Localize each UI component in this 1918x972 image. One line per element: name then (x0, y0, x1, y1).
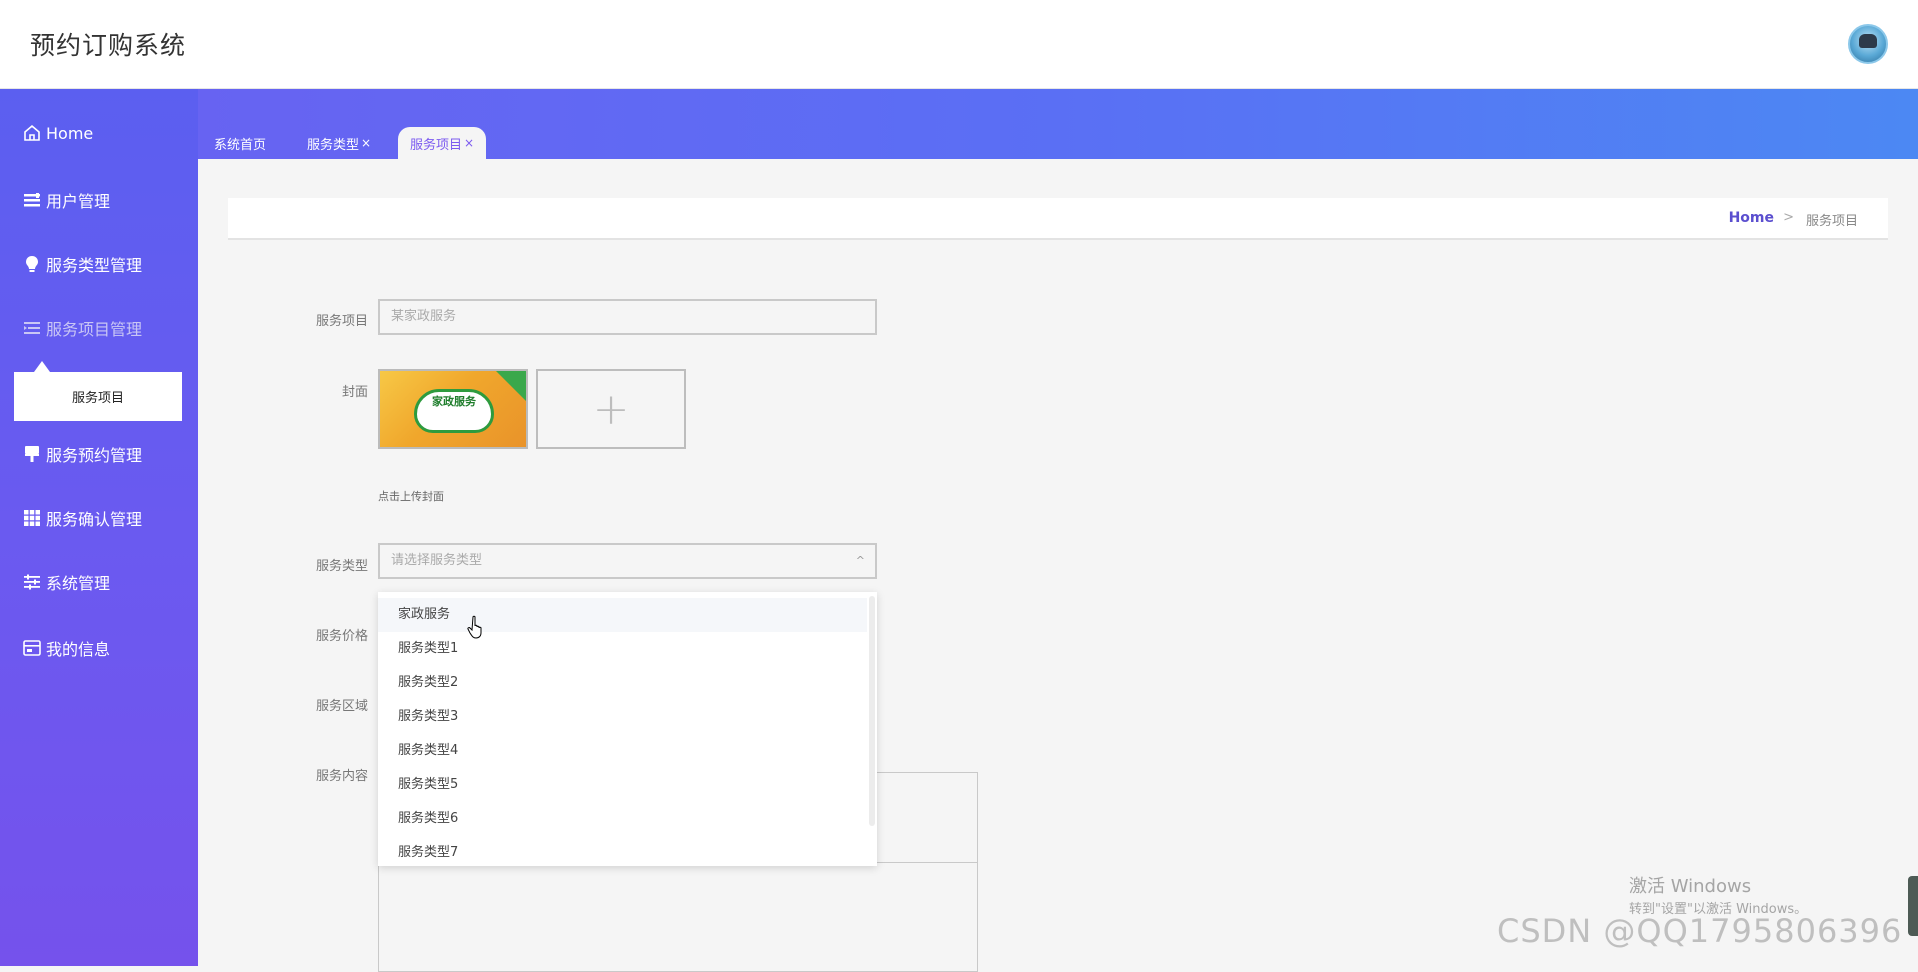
dropdown-option[interactable]: 服务类型6 (378, 802, 867, 836)
sidebar-item-label: 服务确认管理 (46, 510, 143, 529)
close-icon[interactable]: × (361, 136, 371, 150)
dropdown-option[interactable]: 服务类型5 (378, 768, 867, 802)
user-avatar[interactable] (1848, 24, 1888, 64)
sidebar-item-service-projects[interactable]: 服务项目管理 (22, 313, 142, 343)
sidebar-item-home[interactable]: Home (22, 118, 93, 148)
home-icon (22, 123, 42, 143)
grid-icon (22, 508, 42, 528)
csdn-watermark: CSDN @QQ1795806396 (1497, 912, 1903, 950)
sidebar-item-service-types[interactable]: 服务类型管理 (22, 249, 142, 279)
price-label: 服务价格 (315, 629, 368, 644)
top-header: 预约订购系统 (0, 0, 1918, 89)
sidebar-item-label: 系统管理 (46, 574, 111, 593)
cover-leaf-decoration (496, 371, 526, 401)
breadcrumb-separator: > (1783, 210, 1794, 225)
sidebar-item-my-info[interactable]: 我的信息 (22, 633, 110, 663)
breadcrumb: Home > 服务项目 (228, 198, 1888, 240)
submenu-arrow (34, 361, 50, 372)
dropdown-option[interactable]: 服务类型2 (378, 666, 867, 700)
submenu-item-service-project[interactable]: 服务项目 (14, 372, 182, 421)
sidebar: Home 用户管理 服务类型管理 服务项目管理 服务项目 服务预约管理 服务确认… (0, 89, 198, 966)
area-label: 服务区域 (315, 699, 368, 714)
dropdown-option[interactable]: 服务类型3 (378, 700, 867, 734)
content-label: 服务内容 (315, 769, 368, 784)
select-placeholder: 请选择服务类型 (391, 553, 483, 568)
list-icon (22, 190, 42, 210)
sidebar-item-label: 我的信息 (46, 640, 111, 659)
upload-cover-button[interactable]: + (536, 369, 686, 449)
sidebar-item-confirmations[interactable]: 服务确认管理 (22, 503, 142, 533)
brush-icon (22, 444, 42, 464)
cover-image[interactable]: 家政服务 (378, 369, 528, 449)
tab-label: 系统首页 (214, 137, 267, 153)
dropdown-scrollbar[interactable] (869, 596, 875, 826)
cover-label: 封面 (341, 385, 368, 400)
tab-home[interactable]: 系统首页 (202, 127, 278, 159)
edge-widget-tab[interactable] (1908, 876, 1918, 936)
tab-bar: 系统首页 服务类型 × 服务项目 × (198, 89, 1918, 159)
chevron-up-icon: ^ (855, 554, 865, 567)
tab-label: 服务类型 (307, 137, 360, 153)
close-icon[interactable]: × (464, 136, 474, 150)
service-type-select[interactable]: 请选择服务类型 ^ (378, 543, 877, 579)
sidebar-item-label: 用户管理 (46, 192, 111, 211)
service-type-label: 服务类型 (315, 559, 368, 574)
sidebar-item-system[interactable]: 系统管理 (22, 567, 110, 597)
card-icon (22, 638, 42, 658)
dropdown-option[interactable]: 家政服务 (378, 598, 867, 632)
service-item-label: 服务项目 (315, 314, 368, 329)
tab-service-project[interactable]: 服务项目 × (398, 127, 487, 159)
breadcrumb-home-link[interactable]: Home (1729, 210, 1774, 226)
windows-activation-title: 激活 Windows (1629, 876, 1752, 897)
service-type-dropdown: 家政服务 服务类型1 服务类型2 服务类型3 服务类型4 服务类型5 服务类型6… (378, 592, 877, 866)
cover-image-text: 家政服务 (432, 395, 476, 408)
tab-label: 服务项目 (410, 137, 463, 153)
dropdown-option[interactable]: 服务类型1 (378, 632, 867, 666)
sidebar-item-label: 服务预约管理 (46, 446, 143, 465)
bulb-icon (22, 254, 42, 274)
sidebar-item-reservations[interactable]: 服务预约管理 (22, 439, 142, 469)
tab-service-type[interactable]: 服务类型 × (295, 127, 383, 159)
plus-icon: + (592, 383, 630, 435)
sidebar-item-label: Home (46, 123, 94, 143)
sidebar-item-users[interactable]: 用户管理 (22, 185, 110, 215)
app-title: 预约订购系统 (30, 31, 187, 60)
dropdown-option[interactable]: 服务类型7 (378, 836, 867, 866)
sliders-icon (22, 572, 42, 592)
cover-hint: 点击上传封面 (378, 490, 444, 503)
sidebar-item-label: 服务项目管理 (46, 320, 143, 339)
sidebar-item-label: 服务类型管理 (46, 256, 143, 275)
service-item-input[interactable]: 某家政服务 (378, 299, 877, 335)
indent-icon (22, 318, 42, 338)
hand-cursor-icon (467, 615, 485, 639)
dropdown-option[interactable]: 服务类型4 (378, 734, 867, 768)
breadcrumb-current: 服务项目 (1805, 214, 1858, 229)
